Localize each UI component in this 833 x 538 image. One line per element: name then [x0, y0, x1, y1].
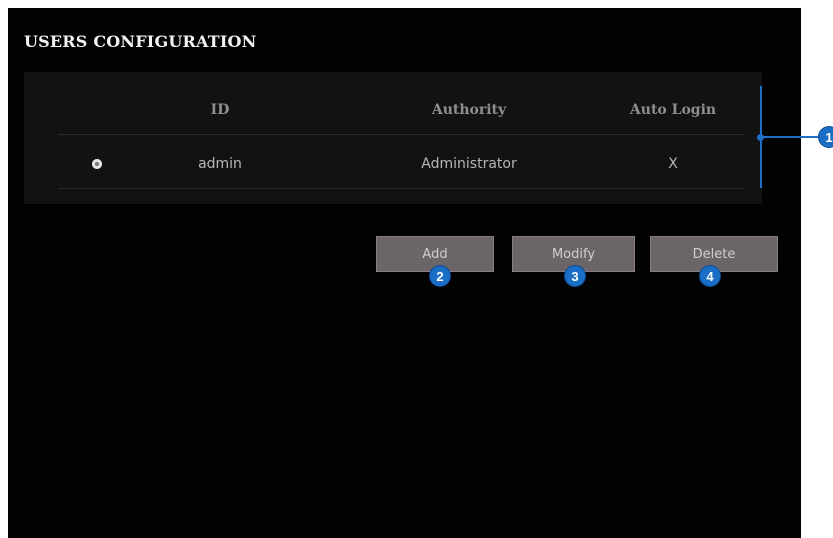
callout-anchor-dot: [757, 134, 764, 141]
callout-badge-1: 1: [819, 127, 833, 147]
callout-badge-2: 2: [430, 266, 450, 286]
users-configuration-panel: USERS CONFIGURATION ID Authority Auto Lo…: [8, 8, 801, 538]
column-header-authority: Authority: [431, 102, 507, 118]
column-header-id: ID: [210, 102, 230, 118]
radio-button-icon[interactable]: [92, 159, 102, 169]
page-title: USERS CONFIGURATION: [24, 32, 257, 51]
column-header-auto-login: Auto Login: [629, 102, 717, 118]
row-divider: [58, 188, 744, 189]
cell-auto-login: X: [668, 156, 678, 172]
callout-badge-3: 3: [565, 266, 585, 286]
users-table: ID Authority Auto Login admin Administra…: [24, 72, 762, 204]
callout-badge-4: 4: [700, 266, 720, 286]
header-divider: [58, 134, 744, 135]
callout-leader-line: [762, 136, 822, 138]
cell-authority: Administrator: [421, 156, 517, 172]
cell-id: admin: [198, 156, 242, 172]
